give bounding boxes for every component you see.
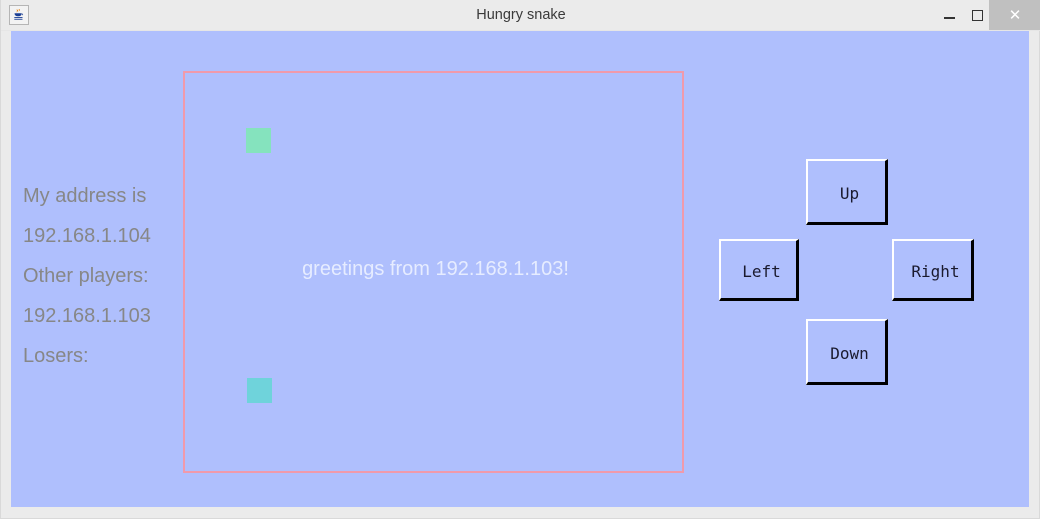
info-label-my-address-value: 192.168.1.104 — [23, 225, 151, 247]
info-label-my-address-title: My address is — [23, 185, 147, 207]
info-label-losers-title: Losers: — [23, 345, 89, 367]
window-title: Hungry snake — [476, 7, 566, 23]
game-board[interactable]: greetings from 192.168.1.103! — [183, 71, 684, 473]
title-bar: Hungry snake ✕ — [1, 0, 1040, 31]
application-window: Hungry snake ✕ My address is 192.168.1.1… — [0, 0, 1040, 519]
right-button[interactable]: Right — [892, 239, 974, 301]
info-label-other-players-value: 192.168.1.103 — [23, 305, 151, 327]
java-coffee-cup-icon — [9, 5, 29, 25]
snake-cell-teal — [247, 378, 272, 403]
left-button[interactable]: Left — [719, 239, 799, 301]
maximize-icon — [971, 9, 983, 21]
close-button[interactable]: ✕ — [989, 0, 1040, 30]
snake-cell-green — [246, 128, 271, 153]
game-content-panel: My address is 192.168.1.104 Other player… — [11, 31, 1029, 507]
minimize-icon — [943, 17, 955, 19]
info-panel: My address is 192.168.1.104 Other player… — [23, 176, 203, 376]
down-button[interactable]: Down — [806, 319, 888, 385]
info-label-other-players-title: Other players: — [23, 265, 149, 287]
greeting-message: greetings from 192.168.1.103! — [302, 258, 569, 280]
close-icon: ✕ — [1008, 5, 1022, 24]
up-button[interactable]: Up — [806, 159, 888, 225]
